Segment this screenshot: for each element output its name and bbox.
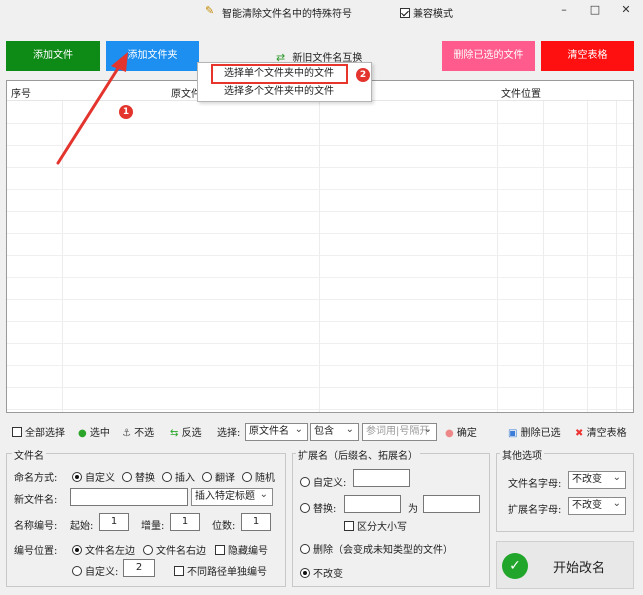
pos-custom-label: 自定义: xyxy=(85,567,119,578)
radio-icon xyxy=(300,568,310,578)
unselect-label: 不选 xyxy=(134,428,155,439)
ext-keep-label: 不改变 xyxy=(313,569,343,580)
mode-replace-radio[interactable]: 替换 xyxy=(122,469,155,484)
case-sensitive-checkbox[interactable]: 区分大小写 xyxy=(344,518,407,533)
radio-icon xyxy=(300,477,310,487)
pos-right-radio[interactable]: 文件名右边 xyxy=(143,542,206,557)
radio-icon xyxy=(162,472,172,482)
checkbox-icon xyxy=(174,566,184,576)
radio-icon xyxy=(300,544,310,554)
ext-replace-label: 替换: xyxy=(313,504,337,515)
mode-insert-radio[interactable]: 插入 xyxy=(162,469,195,484)
mode-translate-radio[interactable]: 翻译 xyxy=(202,469,235,484)
extension-group-title: 扩展名（后缀名、拓展名） xyxy=(296,447,420,462)
position-label: 编号位置: xyxy=(14,546,58,557)
ext-delete-label: 删除（会变成未知类型的文件） xyxy=(313,545,453,556)
select-all-label: 全部选择 xyxy=(25,428,65,439)
digits-input[interactable]: 1 xyxy=(241,513,271,531)
select-button[interactable]: ● 选中 xyxy=(78,424,110,439)
match-select[interactable]: 包含 xyxy=(310,423,359,441)
other-options-title: 其他选项 xyxy=(500,447,544,462)
insert-tag-select[interactable]: 插入特定标题 xyxy=(191,488,273,506)
start-rename-label: 开始改名 xyxy=(553,561,606,576)
radio-icon xyxy=(72,472,82,482)
select-all-checkbox[interactable]: 全部选择 xyxy=(12,424,65,439)
radio-icon xyxy=(72,545,82,555)
filename-group-title: 文件名 xyxy=(12,447,46,462)
mode-random-radio[interactable]: 随机 xyxy=(242,469,275,484)
start-label: 起始: xyxy=(70,521,94,532)
ext-custom-input[interactable] xyxy=(353,469,410,487)
mode-label: 命名方式: xyxy=(14,473,58,484)
confirm-icon: ● xyxy=(445,428,454,439)
separate-paths-label: 不同路径单独编号 xyxy=(187,567,267,578)
confirm-label: 确定 xyxy=(456,428,477,439)
step-label: 增量: xyxy=(141,521,165,532)
pos-left-label: 文件名左边 xyxy=(85,546,135,557)
ext-case-select[interactable]: 不改变 xyxy=(568,497,626,515)
new-name-input[interactable] xyxy=(70,488,188,506)
check-circle-icon: ● xyxy=(78,428,87,439)
radio-icon xyxy=(300,503,310,513)
radio-icon xyxy=(72,566,82,576)
ext-to-label: 为 xyxy=(408,504,418,515)
anchor-icon: ⚓ xyxy=(122,428,131,439)
invert-button[interactable]: ⇆ 反选 xyxy=(170,424,202,439)
numbering-label: 名称编号: xyxy=(14,521,58,532)
delete-selected-small-button[interactable]: ▣ 删除已选 xyxy=(508,424,561,439)
radio-icon xyxy=(202,472,212,482)
hide-number-label: 隐藏编号 xyxy=(228,546,268,557)
name-case-select[interactable]: 不改变 xyxy=(568,471,626,489)
pos-right-label: 文件名右边 xyxy=(156,546,206,557)
keyword-input[interactable]: 参词用|号隔开 xyxy=(362,423,437,441)
radio-icon xyxy=(143,545,153,555)
select-label: 选中 xyxy=(89,428,110,439)
start-rename-button[interactable]: ✓ 开始改名 xyxy=(496,541,634,589)
case-sensitive-label: 区分大小写 xyxy=(357,522,407,533)
digits-label: 位数: xyxy=(212,521,236,532)
field-select[interactable]: 原文件名 xyxy=(245,423,308,441)
invert-label: 反选 xyxy=(181,428,202,439)
ext-custom-radio[interactable]: 自定义: xyxy=(300,474,346,489)
choose-label: 选择: xyxy=(217,428,241,439)
confirm-button[interactable]: ● 确定 xyxy=(445,424,477,439)
clear-table-small-button[interactable]: ✖ 清空表格 xyxy=(575,424,627,439)
other-options-group xyxy=(496,453,634,532)
ext-custom-label: 自定义: xyxy=(313,478,347,489)
pos-custom-radio[interactable]: 自定义: xyxy=(72,563,118,578)
mode-random-label: 随机 xyxy=(255,473,275,484)
invert-icon: ⇆ xyxy=(170,428,179,439)
delete-icon: ▣ xyxy=(508,428,518,439)
mode-replace-label: 替换 xyxy=(135,473,155,484)
ext-replace-from-input[interactable] xyxy=(344,495,401,513)
hide-number-checkbox[interactable]: 隐藏编号 xyxy=(215,542,268,557)
mode-translate-label: 翻译 xyxy=(215,473,235,484)
mode-custom-label: 自定义 xyxy=(85,473,115,484)
mode-custom-radio[interactable]: 自定义 xyxy=(72,469,115,484)
step-input[interactable]: 1 xyxy=(170,513,200,531)
ext-delete-radio[interactable]: 删除（会变成未知类型的文件） xyxy=(300,541,453,556)
name-case-label: 文件名字母: xyxy=(508,479,562,490)
delete-selected-label: 删除已选 xyxy=(520,428,561,439)
mode-insert-label: 插入 xyxy=(175,473,195,484)
checkbox-icon xyxy=(215,545,225,555)
ext-keep-radio[interactable]: 不改变 xyxy=(300,565,343,580)
custom-position-input[interactable]: 2 xyxy=(123,559,155,577)
ext-case-label: 扩展名字母: xyxy=(508,505,562,516)
ext-replace-radio[interactable]: 替换: xyxy=(300,500,336,515)
radio-icon xyxy=(122,472,132,482)
radio-icon xyxy=(242,472,252,482)
separate-paths-checkbox[interactable]: 不同路径单独编号 xyxy=(174,563,267,578)
checkbox-icon xyxy=(12,427,22,437)
clear-icon: ✖ xyxy=(575,428,584,439)
check-circle-icon: ✓ xyxy=(502,553,528,579)
pos-left-radio[interactable]: 文件名左边 xyxy=(72,542,135,557)
unselect-button[interactable]: ⚓ 不选 xyxy=(122,424,154,439)
new-name-label: 新文件名: xyxy=(14,495,58,506)
checkbox-icon xyxy=(344,521,354,531)
clear-table-label: 清空表格 xyxy=(586,428,627,439)
start-input[interactable]: 1 xyxy=(99,513,129,531)
ext-replace-to-input[interactable] xyxy=(423,495,480,513)
